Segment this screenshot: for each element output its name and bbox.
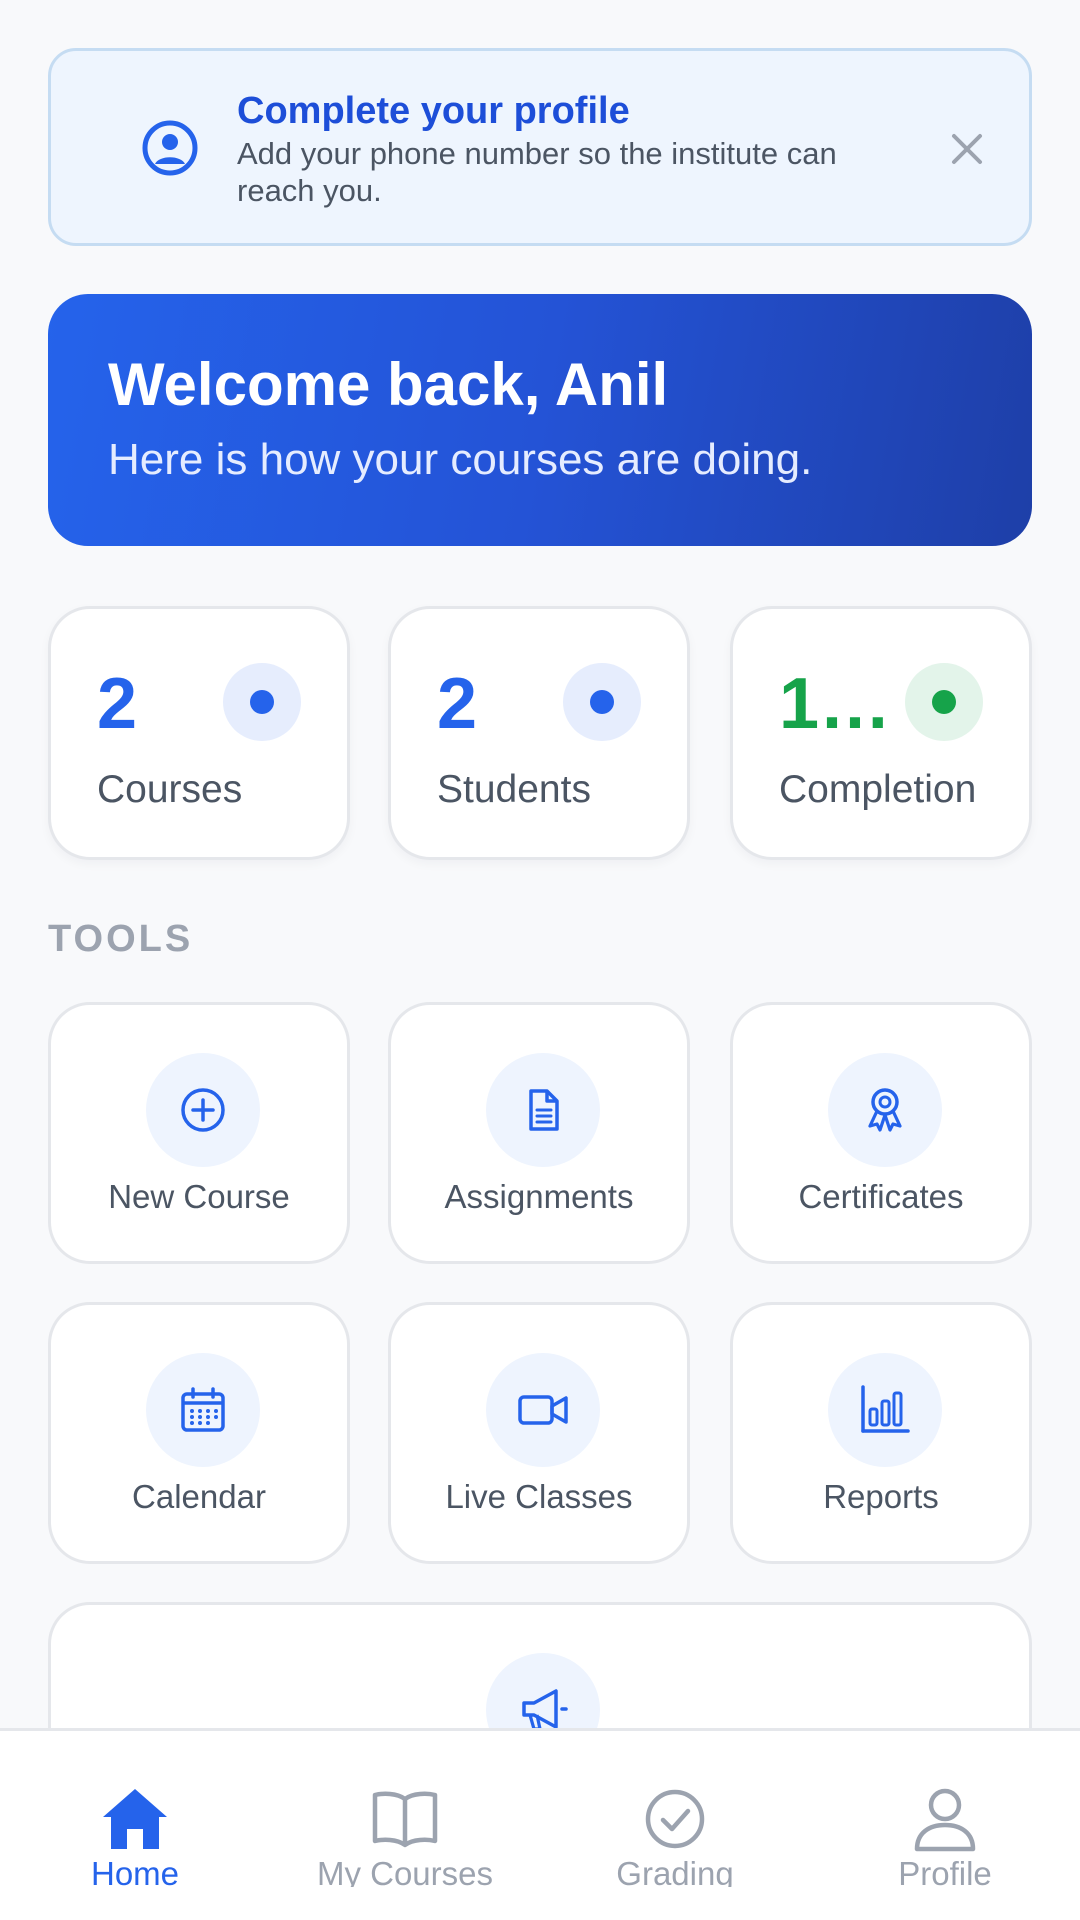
- status-dot-icon: [223, 663, 301, 741]
- tool-reports[interactable]: Reports: [730, 1302, 1032, 1564]
- tool-label: New Course: [108, 1178, 290, 1215]
- nav-my-courses[interactable]: My Courses: [270, 1731, 540, 1920]
- tool-label: Certificates: [798, 1178, 964, 1215]
- nav-label: Profile: [898, 1855, 992, 1887]
- banner-text: Complete your profile Add your phone num…: [237, 89, 917, 209]
- nav-grading[interactable]: Grading: [540, 1731, 810, 1920]
- stat-value: 1…: [779, 664, 892, 744]
- tool-live-classes[interactable]: Live Classes: [388, 1302, 690, 1564]
- stat-card-students[interactable]: 2 Students: [388, 606, 690, 860]
- bar-chart-icon: [861, 1385, 910, 1433]
- award-icon: [868, 1088, 902, 1132]
- tool-certificates[interactable]: Certificates: [730, 1002, 1032, 1264]
- user-circle-icon: [142, 120, 198, 176]
- plus-circle-icon: [181, 1088, 225, 1132]
- banner-close-button[interactable]: [941, 123, 993, 175]
- book-open-icon: [372, 1791, 438, 1848]
- nav-label: My Courses: [316, 1855, 494, 1887]
- welcome-subtitle: Here is how your courses are doing.: [108, 435, 813, 484]
- status-dot-icon: [563, 663, 641, 741]
- nav-profile[interactable]: Profile: [810, 1731, 1080, 1920]
- stat-value: 2: [437, 664, 478, 744]
- welcome-hero: Welcome back, Anil Here is how your cour…: [48, 294, 1032, 546]
- stat-label: Courses: [97, 768, 243, 811]
- banner-title: Complete your profile: [237, 90, 630, 132]
- tool-label: Assignments: [444, 1178, 634, 1215]
- stat-label: Students: [437, 768, 591, 811]
- check-circle-icon: [645, 1789, 705, 1849]
- tool-label: Live Classes: [445, 1478, 633, 1515]
- tool-calendar[interactable]: Calendar: [48, 1302, 350, 1564]
- user-icon: [914, 1788, 976, 1852]
- document-icon: [529, 1089, 559, 1131]
- nav-label: Home: [90, 1855, 180, 1887]
- tools-section-heading: TOOLS: [48, 918, 194, 960]
- stat-card-completion[interactable]: 1… Completion: [730, 606, 1032, 860]
- tool-assignments[interactable]: Assignments: [388, 1002, 690, 1264]
- welcome-title: Welcome back, Anil: [108, 351, 669, 418]
- stat-value: 2: [97, 664, 138, 744]
- calendar-icon: [181, 1387, 225, 1432]
- complete-profile-banner[interactable]: Complete your profile Add your phone num…: [48, 48, 1032, 246]
- tool-new-course[interactable]: New Course: [48, 1002, 350, 1264]
- status-dot-icon: [905, 663, 983, 741]
- tool-label: Calendar: [132, 1478, 266, 1515]
- nav-label: Grading: [616, 1855, 734, 1887]
- teacher-dashboard: Complete your profile Add your phone num…: [0, 0, 1080, 1920]
- nav-home[interactable]: Home: [0, 1731, 270, 1920]
- stat-label: Completion: [779, 768, 977, 811]
- close-icon[interactable]: [950, 132, 984, 166]
- bottom-navigation: Home My Courses Grading Profile: [0, 1728, 1080, 1920]
- video-camera-icon: [518, 1395, 568, 1425]
- stat-card-courses[interactable]: 2 Courses: [48, 606, 350, 860]
- home-icon: [103, 1789, 167, 1849]
- banner-subtitle: Add your phone number so the institute c…: [237, 136, 837, 208]
- tool-label: Reports: [823, 1478, 939, 1515]
